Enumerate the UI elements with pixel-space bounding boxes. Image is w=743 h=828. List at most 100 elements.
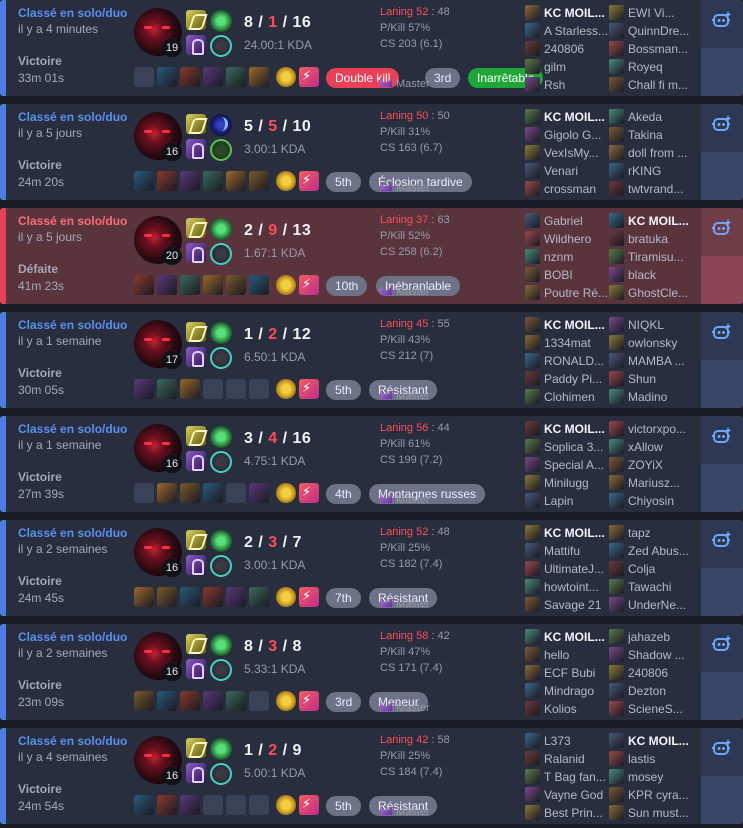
player-entry[interactable]: Zed Abus... <box>609 542 693 560</box>
player-name[interactable]: xAllow <box>628 440 694 454</box>
player-entry[interactable]: L373 <box>525 732 609 750</box>
player-name[interactable]: A Starless... <box>544 24 610 38</box>
player-entry[interactable]: KC MOIL... <box>609 732 693 750</box>
player-name[interactable]: nznm <box>544 250 610 264</box>
player-entry[interactable]: Venari <box>525 162 609 180</box>
player-entry[interactable]: EWI Vi... <box>609 4 693 22</box>
player-name[interactable]: Tiramisu... <box>628 250 694 264</box>
player-name[interactable]: hello <box>544 648 610 662</box>
player-entry[interactable]: lastis <box>609 750 693 768</box>
player-name[interactable]: 240806 <box>544 42 610 56</box>
performance-badge[interactable]: 4th <box>326 484 361 504</box>
player-name[interactable]: Rsh <box>544 78 610 92</box>
player-name[interactable]: Soplica 3... <box>544 440 610 454</box>
role-quest-icon[interactable] <box>299 691 319 711</box>
empty-item-slot[interactable] <box>134 67 154 87</box>
empty-item-slot[interactable] <box>203 379 223 399</box>
player-name[interactable]: Vayne God <box>544 788 610 802</box>
player-name[interactable]: VexIsMy... <box>544 146 610 160</box>
player-name[interactable]: KC MOIL... <box>544 6 610 20</box>
trinket-icon[interactable] <box>276 379 296 399</box>
ghost-spell-icon[interactable] <box>186 555 206 575</box>
player-name[interactable]: KC MOIL... <box>628 734 694 748</box>
player-entry[interactable]: Mariusz... <box>609 474 693 492</box>
empty-item-slot[interactable] <box>226 795 246 815</box>
player-entry[interactable]: gilm <box>525 58 609 76</box>
player-entry[interactable]: howtoint... <box>525 578 609 596</box>
player-entry[interactable]: Lapin <box>525 492 609 510</box>
player-name[interactable]: Zed Abus... <box>628 544 694 558</box>
item-icon[interactable] <box>134 587 154 607</box>
player-name[interactable]: Sun must... <box>628 806 694 820</box>
player-entry[interactable]: KC MOIL... <box>525 524 609 542</box>
player-entry[interactable]: ECF Bubi <box>525 664 609 682</box>
expand-button[interactable] <box>701 568 743 616</box>
item-icon[interactable] <box>203 587 223 607</box>
expand-button[interactable] <box>701 256 743 304</box>
player-name[interactable]: Savage 21 <box>544 598 610 612</box>
player-entry[interactable]: KC MOIL... <box>525 420 609 438</box>
role-quest-icon[interactable] <box>299 795 319 815</box>
item-icon[interactable] <box>134 171 154 191</box>
trinket-icon[interactable] <box>276 171 296 191</box>
player-name[interactable]: ZOYiX <box>628 458 694 472</box>
match-card[interactable]: Classé en solo/duo il y a 2 semaines Victo… <box>0 624 743 720</box>
player-entry[interactable]: Royeq <box>609 58 693 76</box>
secondary-rune-icon[interactable] <box>210 347 232 369</box>
item-icon[interactable] <box>157 691 177 711</box>
primary-rune-icon[interactable] <box>210 634 232 656</box>
player-name[interactable]: KPR cyra... <box>628 788 694 802</box>
player-entry[interactable]: Sun must... <box>609 804 693 822</box>
item-icon[interactable] <box>226 691 246 711</box>
item-icon[interactable] <box>157 483 177 503</box>
item-icon[interactable] <box>249 587 269 607</box>
player-name[interactable]: Ralanid <box>544 752 610 766</box>
player-entry[interactable]: KC MOIL... <box>525 108 609 126</box>
item-icon[interactable] <box>249 171 269 191</box>
player-name[interactable]: ECF Bubi <box>544 666 610 680</box>
flash-spell-icon[interactable] <box>186 426 206 446</box>
player-name[interactable]: Best Prin... <box>544 806 610 820</box>
empty-item-slot[interactable] <box>249 795 269 815</box>
ghost-spell-icon[interactable] <box>186 347 206 367</box>
item-icon[interactable] <box>203 483 223 503</box>
expand-button[interactable] <box>701 152 743 200</box>
ai-coach-button[interactable] <box>701 0 743 48</box>
item-icon[interactable] <box>226 275 246 295</box>
role-quest-icon[interactable] <box>299 379 319 399</box>
item-icon[interactable] <box>180 691 200 711</box>
player-entry[interactable]: hello <box>525 646 609 664</box>
player-entry[interactable]: KC MOIL... <box>525 316 609 334</box>
expand-button[interactable] <box>701 776 743 824</box>
player-entry[interactable]: T Bag fan... <box>525 768 609 786</box>
player-name[interactable]: NIQKL <box>628 318 694 332</box>
player-entry[interactable]: Minilugg <box>525 474 609 492</box>
player-name[interactable]: KC MOIL... <box>544 422 610 436</box>
match-card[interactable]: Classé en solo/duo il y a 1 semaine Victoi… <box>0 416 743 512</box>
player-name[interactable]: Akeda <box>628 110 694 124</box>
flash-spell-icon[interactable] <box>186 530 206 550</box>
item-icon[interactable] <box>249 483 269 503</box>
player-name[interactable]: doll from ... <box>628 146 694 160</box>
item-icon[interactable] <box>157 379 177 399</box>
player-entry[interactable]: nznm <box>525 248 609 266</box>
item-icon[interactable] <box>180 483 200 503</box>
match-card[interactable]: Classé en solo/duo il y a 2 semaines Victo… <box>0 520 743 616</box>
player-name[interactable]: Tawachi <box>628 580 694 594</box>
secondary-rune-icon[interactable] <box>210 659 232 681</box>
player-entry[interactable]: GhostCle... <box>609 284 693 302</box>
player-entry[interactable]: Paddy Pi... <box>525 370 609 388</box>
player-entry[interactable]: rKING <box>609 162 693 180</box>
player-name[interactable]: tapz <box>628 526 694 540</box>
match-card[interactable]: Classé en solo/duo il y a 1 semaine Victoi… <box>0 312 743 408</box>
flash-spell-icon[interactable] <box>186 634 206 654</box>
expand-button[interactable] <box>701 672 743 720</box>
player-entry[interactable]: black <box>609 266 693 284</box>
player-name[interactable]: GhostCle... <box>628 286 694 300</box>
role-quest-icon[interactable] <box>299 483 319 503</box>
role-quest-icon[interactable] <box>299 587 319 607</box>
empty-item-slot[interactable] <box>249 691 269 711</box>
flash-spell-icon[interactable] <box>186 218 206 238</box>
player-name[interactable]: KC MOIL... <box>544 526 610 540</box>
item-icon[interactable] <box>203 691 223 711</box>
